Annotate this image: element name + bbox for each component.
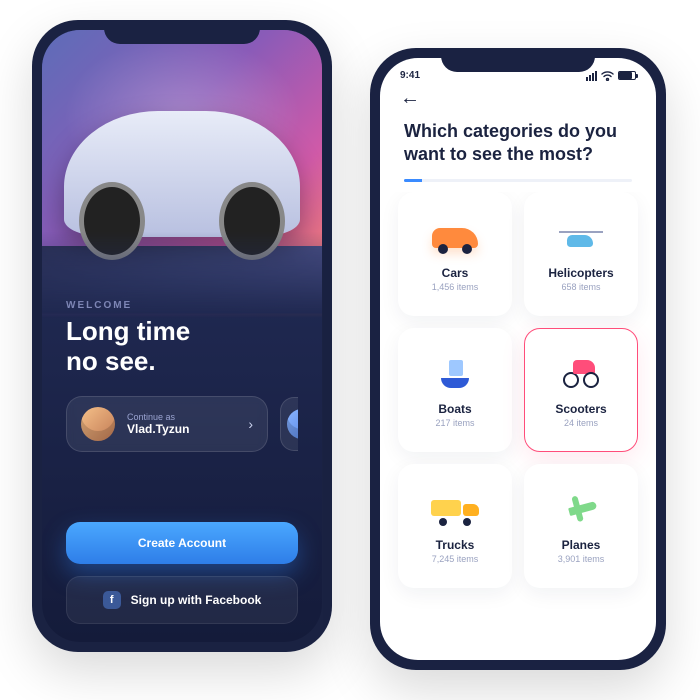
category-name: Helicopters: [548, 266, 613, 280]
category-card-trucks[interactable]: Trucks 7,245 items: [398, 464, 512, 588]
create-account-label: Create Account: [138, 536, 226, 550]
category-name: Boats: [438, 402, 471, 416]
signup-facebook-label: Sign up with Facebook: [131, 593, 262, 607]
status-right: [586, 71, 636, 81]
category-count: 3,901 items: [558, 554, 605, 564]
category-name: Scooters: [555, 402, 606, 416]
scooter-icon: [551, 352, 611, 396]
category-count: 1,456 items: [432, 282, 479, 292]
signup-facebook-button[interactable]: f Sign up with Facebook: [66, 576, 298, 624]
user-meta: Continue as Vlad.Tyzun: [127, 412, 236, 436]
saved-users-row: Continue as Vlad.Tyzun ›: [66, 396, 298, 452]
chevron-right-icon: ›: [248, 416, 253, 432]
heli-icon: [551, 216, 611, 260]
truck-icon: [425, 488, 485, 532]
car-icon: [425, 216, 485, 260]
category-name: Cars: [442, 266, 469, 280]
categories-grid: Cars 1,456 items Helicopters 658 items Boats…: [380, 192, 656, 660]
avatar: [287, 409, 298, 439]
categories-screen: 9:41 ← Which categories do you want to s…: [380, 58, 656, 660]
wifi-icon: [601, 71, 614, 81]
progress-fill: [404, 179, 422, 182]
category-count: 24 items: [564, 418, 598, 428]
category-card-scooters[interactable]: Scooters 24 items: [524, 328, 638, 452]
facebook-icon: f: [103, 591, 121, 609]
category-name: Planes: [562, 538, 601, 552]
plane-icon: [551, 488, 611, 532]
welcome-content: WELCOME Long time no see. Continue as Vl…: [42, 300, 322, 642]
continue-as-card[interactable]: Continue as Vlad.Tyzun ›: [66, 396, 268, 452]
boat-icon: [425, 352, 485, 396]
category-card-planes[interactable]: Planes 3,901 items: [524, 464, 638, 588]
battery-icon: [618, 71, 636, 80]
device-notch: [104, 20, 260, 44]
category-name: Trucks: [436, 538, 475, 552]
category-card-boats[interactable]: Boats 217 items: [398, 328, 512, 452]
hero-image: [42, 30, 322, 318]
category-count: 658 items: [561, 282, 600, 292]
username: Vlad.Tyzun: [127, 422, 236, 436]
onboarding-question: Which categories do you want to see the …: [380, 110, 656, 173]
category-card-helicopters[interactable]: Helicopters 658 items: [524, 192, 638, 316]
road-graphic: [42, 246, 322, 314]
category-count: 217 items: [435, 418, 474, 428]
status-time: 9:41: [400, 70, 420, 81]
next-user-card-peek[interactable]: [280, 397, 298, 451]
category-card-cars[interactable]: Cars 1,456 items: [398, 192, 512, 316]
device-notch: [441, 48, 595, 72]
car-graphic: [64, 111, 299, 238]
phone-frame-categories: 9:41 ← Which categories do you want to s…: [370, 48, 666, 670]
create-account-button[interactable]: Create Account: [66, 522, 298, 564]
category-count: 7,245 items: [432, 554, 479, 564]
signal-icon: [586, 71, 597, 81]
back-button[interactable]: ←: [380, 83, 656, 110]
progress-bar: [404, 179, 632, 182]
avatar: [81, 407, 115, 441]
continue-as-label: Continue as: [127, 412, 236, 422]
phone-frame-welcome: WELCOME Long time no see. Continue as Vl…: [32, 20, 332, 652]
welcome-headline: Long time no see.: [66, 317, 298, 377]
welcome-screen: WELCOME Long time no see. Continue as Vl…: [42, 30, 322, 642]
